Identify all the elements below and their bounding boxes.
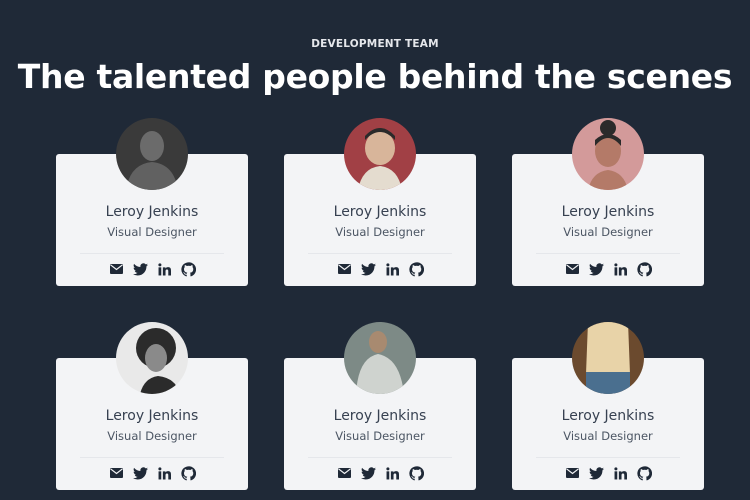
- member-name: Leroy Jenkins: [333, 408, 427, 424]
- avatar: [344, 322, 416, 394]
- member-name: Leroy Jenkins: [561, 408, 655, 424]
- mail-icon[interactable]: [564, 465, 580, 481]
- social-links: [512, 465, 704, 481]
- member-name: Leroy Jenkins: [105, 408, 199, 424]
- linkedin-icon[interactable]: [384, 261, 400, 277]
- twitter-icon[interactable]: [132, 465, 148, 481]
- team-card: Leroy Jenkins Visual Designer: [512, 118, 704, 286]
- avatar: [344, 118, 416, 190]
- twitter-icon[interactable]: [588, 465, 604, 481]
- github-icon[interactable]: [636, 261, 652, 277]
- avatar: [572, 322, 644, 394]
- member-role: Visual Designer: [335, 429, 425, 443]
- team-card: Leroy Jenkins Visual Designer: [284, 322, 476, 490]
- page-title: The talented people behind the scenes: [17, 57, 733, 96]
- linkedin-icon[interactable]: [612, 261, 628, 277]
- divider: [536, 253, 680, 254]
- social-links: [56, 261, 248, 277]
- mail-icon[interactable]: [336, 261, 352, 277]
- github-icon[interactable]: [636, 465, 652, 481]
- linkedin-icon[interactable]: [156, 465, 172, 481]
- mail-icon[interactable]: [108, 465, 124, 481]
- twitter-icon[interactable]: [132, 261, 148, 277]
- github-icon[interactable]: [408, 465, 424, 481]
- team-card: Leroy Jenkins Visual Designer: [56, 118, 248, 286]
- team-card: Leroy Jenkins Visual Designer: [284, 118, 476, 286]
- avatar: [116, 118, 188, 190]
- twitter-icon[interactable]: [360, 261, 376, 277]
- divider: [536, 457, 680, 458]
- mail-icon[interactable]: [564, 261, 580, 277]
- linkedin-icon[interactable]: [612, 465, 628, 481]
- social-links: [512, 261, 704, 277]
- section-eyebrow: DEVELOPMENT TEAM: [311, 38, 439, 50]
- divider: [308, 457, 452, 458]
- divider: [80, 457, 224, 458]
- mail-icon[interactable]: [108, 261, 124, 277]
- member-name: Leroy Jenkins: [105, 204, 199, 220]
- divider: [308, 253, 452, 254]
- divider: [80, 253, 224, 254]
- member-role: Visual Designer: [335, 225, 425, 239]
- github-icon[interactable]: [408, 261, 424, 277]
- member-role: Visual Designer: [107, 429, 197, 443]
- twitter-icon[interactable]: [588, 261, 604, 277]
- member-role: Visual Designer: [107, 225, 197, 239]
- team-card: Leroy Jenkins Visual Designer: [56, 322, 248, 490]
- linkedin-icon[interactable]: [156, 261, 172, 277]
- member-role: Visual Designer: [563, 225, 653, 239]
- social-links: [284, 261, 476, 277]
- twitter-icon[interactable]: [360, 465, 376, 481]
- social-links: [56, 465, 248, 481]
- mail-icon[interactable]: [336, 465, 352, 481]
- avatar: [116, 322, 188, 394]
- avatar: [572, 118, 644, 190]
- member-role: Visual Designer: [563, 429, 653, 443]
- linkedin-icon[interactable]: [384, 465, 400, 481]
- member-name: Leroy Jenkins: [561, 204, 655, 220]
- member-name: Leroy Jenkins: [333, 204, 427, 220]
- social-links: [284, 465, 476, 481]
- github-icon[interactable]: [180, 261, 196, 277]
- team-card: Leroy Jenkins Visual Designer: [512, 322, 704, 490]
- github-icon[interactable]: [180, 465, 196, 481]
